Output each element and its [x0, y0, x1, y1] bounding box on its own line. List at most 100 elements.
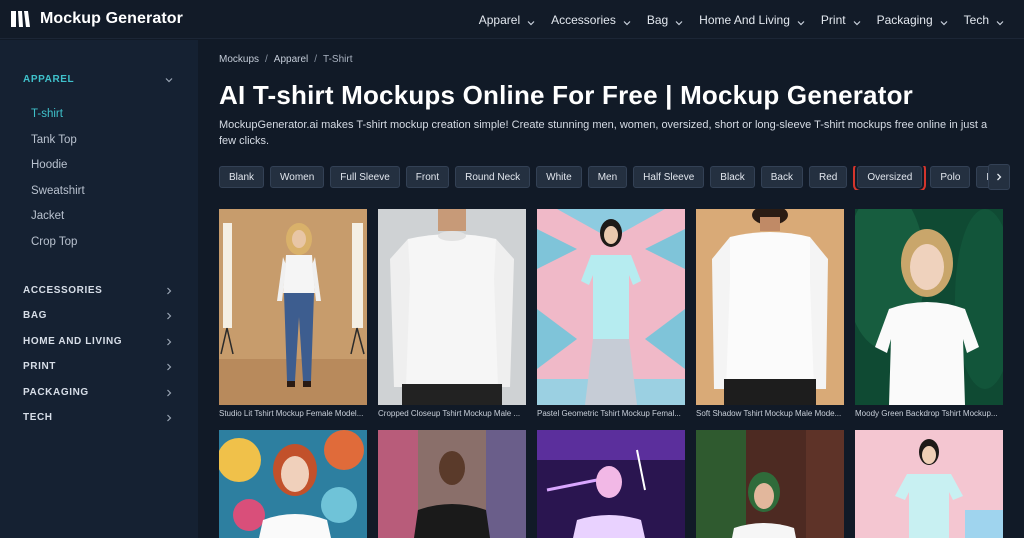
nav-label: Home And Living [699, 12, 790, 27]
mockup-card[interactable]: Moody Green Backdrop Tshirt Mockup... [855, 209, 1003, 418]
sidebar-section-print[interactable]: PRINT [23, 361, 173, 372]
sidebar-item-crop-top[interactable]: Crop Top [31, 236, 77, 248]
main-content: Mockups / Apparel / T-Shirt AI T-shirt M… [198, 40, 1024, 538]
logo[interactable]: Mockup Generator [11, 10, 183, 28]
sidebar-section-bag[interactable]: BAG [23, 310, 173, 321]
sidebar-section-apparel[interactable]: APPAREL [23, 74, 173, 85]
nav-tech[interactable]: Tech [964, 13, 1004, 27]
mockup-card[interactable] [378, 430, 526, 538]
mockup-card[interactable] [696, 430, 844, 538]
breadcrumb: Mockups / Apparel / T-Shirt [219, 54, 353, 65]
nav-label: Print [820, 12, 846, 27]
sidebar-section-label: PACKAGING [23, 387, 89, 398]
breadcrumb-link-apparel[interactable]: Apparel [274, 54, 308, 65]
mockup-thumbnail [855, 209, 1003, 405]
top-navbar: Mockup Generator Apparel Accessories Bag… [0, 0, 1024, 39]
top-nav-menu: Apparel Accessories Bag Home And Living … [463, 0, 1004, 39]
mockup-caption: Studio Lit Tshirt Mockup Female Model... [219, 409, 364, 418]
sidebar-item-tshirt[interactable]: T-shirt [31, 108, 63, 120]
chevron-down-icon [940, 16, 948, 25]
breadcrumb-separator: / [314, 54, 318, 65]
mockup-caption: Moody Green Backdrop Tshirt Mockup... [855, 409, 998, 418]
chip-black[interactable]: Black [710, 166, 755, 188]
nav-bag[interactable]: Bag [647, 13, 683, 27]
sidebar-section-tech[interactable]: TECH [23, 412, 173, 423]
app-name: Mockup Generator [40, 10, 183, 27]
mockup-caption: Soft Shadow Tshirt Mockup Male Mode... [696, 409, 842, 418]
mockup-caption: Pastel Geometric Tshirt Mockup Femal... [537, 409, 681, 418]
mockup-thumbnail [696, 430, 844, 538]
breadcrumb-separator: / [265, 54, 268, 65]
mockup-caption: Cropped Closeup Tshirt Mockup Male ... [378, 409, 521, 418]
chevron-down-icon [853, 16, 861, 25]
filter-chips: Blank Women Full Sleeve Front Round Neck… [219, 166, 991, 190]
nav-label: Accessories [551, 12, 616, 27]
breadcrumb-current: T-Shirt [323, 54, 353, 65]
nav-packaging[interactable]: Packaging [877, 13, 948, 27]
page-description: MockupGenerator.ai makes T-shirt mockup … [219, 119, 988, 147]
nav-print[interactable]: Print [821, 13, 861, 27]
mockup-thumbnail [219, 430, 367, 538]
chip-full-sleeve[interactable]: Full Sleeve [330, 166, 400, 188]
mockup-thumbnail [378, 430, 526, 538]
chip-back[interactable]: Back [760, 166, 803, 188]
chevron-right-icon [165, 389, 173, 397]
chip-blank[interactable]: Blank [219, 166, 265, 188]
mockup-card[interactable]: Cropped Closeup Tshirt Mockup Male ... [378, 209, 526, 418]
chips-scroll-right-button[interactable] [988, 164, 1010, 190]
sidebar-item-tank-top[interactable]: Tank Top [31, 134, 77, 146]
chip-round-neck[interactable]: Round Neck [455, 166, 531, 188]
sidebar-section-label: ACCESSORIES [23, 285, 103, 296]
breadcrumb-link-mockups[interactable]: Mockups [219, 54, 259, 65]
sidebar-item-jacket[interactable]: Jacket [31, 210, 64, 222]
mockup-thumbnail [855, 430, 1003, 538]
sidebar-section-home-and-living[interactable]: HOME AND LIVING [23, 336, 173, 347]
nav-label: Packaging [876, 12, 933, 27]
sidebar-section-label: PRINT [23, 361, 56, 372]
mockup-card[interactable]: Soft Shadow Tshirt Mockup Male Mode... [696, 209, 844, 418]
chip-women[interactable]: Women [270, 166, 325, 188]
mockup-card[interactable] [219, 430, 367, 538]
mockup-thumbnail [696, 209, 844, 405]
nav-label: Bag [646, 12, 669, 27]
sidebar-section-label: TECH [23, 412, 53, 423]
nav-apparel[interactable]: Apparel [479, 13, 535, 27]
chip-polo[interactable]: Polo [930, 166, 971, 188]
chevron-down-icon [675, 16, 683, 25]
nav-label: Apparel [478, 12, 521, 27]
sidebar-item-sweatshirt[interactable]: Sweatshirt [31, 185, 85, 197]
mockup-thumbnail [537, 209, 685, 405]
chip-red[interactable]: Red [808, 166, 848, 188]
nav-label: Tech [963, 12, 989, 27]
chevron-right-icon [165, 338, 173, 346]
sidebar-section-accessories[interactable]: ACCESSORIES [23, 285, 173, 296]
sidebar-section-label: APPAREL [23, 74, 75, 85]
sidebar-section-packaging[interactable]: PACKAGING [23, 387, 173, 398]
chip-white[interactable]: White [536, 166, 582, 188]
sidebar: APPAREL T-shirt Tank Top Hoodie Sweatshi… [0, 40, 198, 538]
chevron-down-icon [623, 16, 631, 25]
mockup-card[interactable] [855, 430, 1003, 538]
chevron-down-icon [996, 16, 1004, 25]
page-title: AI T-shirt Mockups Online For Free | Moc… [219, 80, 913, 110]
logo-stripes-icon [11, 10, 33, 28]
mockup-card[interactable]: Studio Lit Tshirt Mockup Female Model... [219, 209, 367, 418]
nav-home-and-living[interactable]: Home And Living [699, 13, 805, 27]
chevron-right-icon [165, 312, 173, 320]
sidebar-item-hoodie[interactable]: Hoodie [31, 159, 67, 171]
chevron-right-icon [995, 168, 1003, 186]
chip-front[interactable]: Front [405, 166, 450, 188]
sidebar-section-label: BAG [23, 310, 48, 321]
chevron-down-icon [797, 16, 805, 25]
sidebar-section-label: HOME AND LIVING [23, 336, 123, 347]
chevron-down-icon [165, 76, 173, 84]
chip-half-sleeve[interactable]: Half Sleeve [633, 166, 705, 188]
chip-men[interactable]: Men [587, 166, 628, 188]
mockup-card[interactable] [537, 430, 685, 538]
mockup-card[interactable]: Pastel Geometric Tshirt Mockup Femal... [537, 209, 685, 418]
mockup-thumbnail [537, 430, 685, 538]
mockup-thumbnail [219, 209, 367, 405]
nav-accessories[interactable]: Accessories [551, 13, 631, 27]
chip-oversized[interactable]: Oversized [853, 166, 927, 190]
chevron-down-icon [527, 16, 535, 25]
